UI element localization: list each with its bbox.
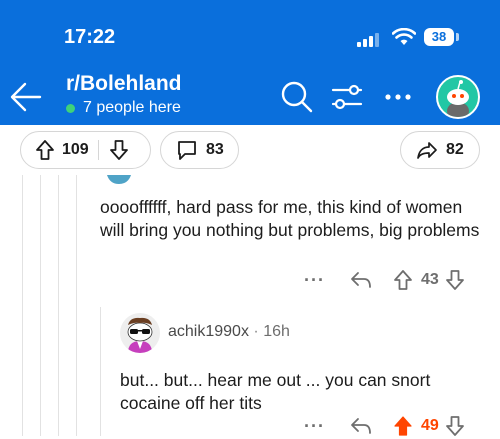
comment-bubble-icon xyxy=(178,141,196,160)
thread-line[interactable] xyxy=(100,307,101,436)
share-arrow-icon xyxy=(417,142,437,159)
upvote-icon[interactable] xyxy=(393,269,413,291)
presence-text: 7 people here xyxy=(83,99,181,116)
comment-author[interactable]: achik1990x xyxy=(168,323,249,340)
search-icon[interactable] xyxy=(280,80,314,114)
online-dot xyxy=(66,103,75,113)
author-avatar[interactable] xyxy=(120,313,160,353)
comment-body: ooooffffff, hard pass for me, this kind … xyxy=(100,197,480,240)
comment-vote-count: 49 xyxy=(420,417,439,434)
comment-meta: achik1990x · 16h xyxy=(168,323,290,341)
comment-count: 83 xyxy=(206,141,224,158)
comment-vote-count: 43 xyxy=(420,271,439,288)
sort-filter-icon[interactable] xyxy=(330,82,364,112)
subreddit-title[interactable]: r/Bolehland xyxy=(66,72,182,96)
wifi-icon xyxy=(392,28,416,45)
online-presence: 7 people here xyxy=(66,99,181,117)
cellular-signal-icon xyxy=(357,33,381,47)
comments-button[interactable]: 83 xyxy=(160,131,239,169)
more-options-icon[interactable]: ··· xyxy=(304,416,325,437)
parent-avatar-partial xyxy=(107,175,131,184)
vote-divider xyxy=(97,140,99,160)
reply-icon[interactable] xyxy=(349,416,373,436)
snoo-avatar-icon xyxy=(447,80,469,117)
status-time: 17:22 xyxy=(64,26,116,48)
upvote-active-icon[interactable] xyxy=(393,415,413,437)
comment-actions: ··· 49 xyxy=(304,413,465,439)
thread-line[interactable] xyxy=(58,175,59,436)
more-options-icon[interactable]: ··· xyxy=(304,270,325,291)
thread-line[interactable] xyxy=(76,175,77,436)
share-button[interactable]: 82 xyxy=(400,131,480,169)
reply-icon[interactable] xyxy=(349,270,373,290)
share-count: 82 xyxy=(446,141,464,158)
more-options-icon[interactable] xyxy=(384,92,412,102)
post-action-bar: 109 83 82 xyxy=(0,125,500,175)
battery-indicator: 38 xyxy=(424,28,454,46)
battery-tip xyxy=(456,33,459,41)
user-avatar[interactable] xyxy=(436,75,480,119)
meta-separator: · xyxy=(253,323,264,340)
comment-actions: ··· 43 xyxy=(304,267,465,293)
comment-body: but... but... hear me out ... you can sn… xyxy=(120,370,431,413)
vote-pill: 109 xyxy=(20,131,151,169)
thread-line[interactable] xyxy=(22,175,23,436)
snoo-sunglasses-icon xyxy=(127,317,153,353)
downvote-icon[interactable] xyxy=(445,269,465,291)
back-arrow-icon[interactable] xyxy=(8,80,44,114)
comment-age: 16h xyxy=(263,323,290,340)
app-header: 17:22 38 r/Bolehland 7 people here xyxy=(0,0,500,125)
downvote-icon[interactable] xyxy=(109,139,129,161)
thread-line[interactable] xyxy=(40,175,41,436)
downvote-icon[interactable] xyxy=(445,415,465,437)
post-vote-count: 109 xyxy=(62,141,89,158)
upvote-icon[interactable] xyxy=(35,139,55,161)
